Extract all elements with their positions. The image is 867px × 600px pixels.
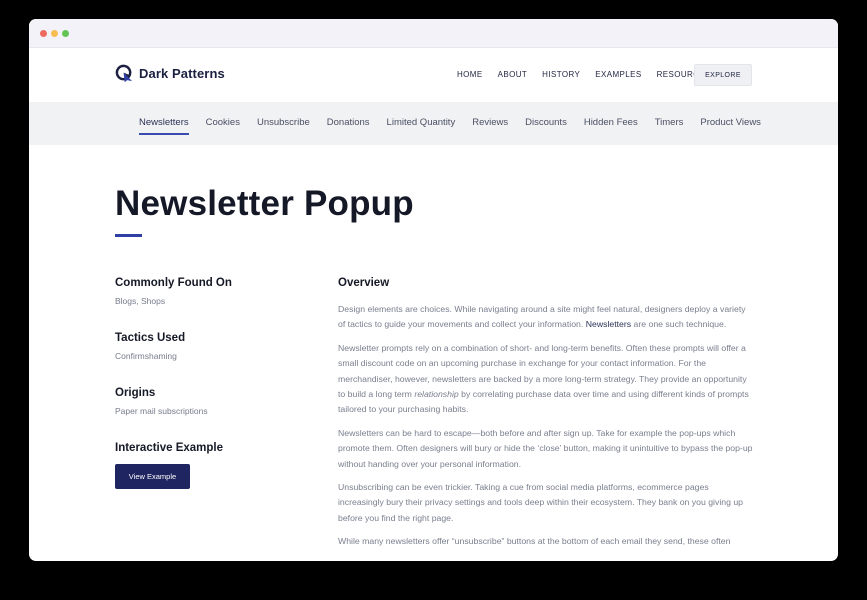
tab-donations[interactable]: Donations [327,117,370,129]
commonly-found-section: Commonly Found On Blogs, Shops [115,276,315,331]
minimize-window-dot[interactable] [51,30,58,37]
pattern-details-sidebar: Commonly Found On Blogs, Shops Tactics U… [115,276,315,496]
nav-history[interactable]: HISTORY [542,70,580,80]
browser-window: Dark Patterns HOME ABOUT HISTORY EXAMPLE… [29,19,838,561]
tab-discounts[interactable]: Discounts [525,117,567,129]
overview-paragraph: Newsletter prompts rely on a combination… [338,341,753,418]
tab-product-views[interactable]: Product Views [700,117,761,129]
logo-cursor-icon [115,64,133,83]
overview-paragraph: Newsletters can be hard to escape—both b… [338,427,753,469]
overview-paragraph: Unsubscribing can be even trickier. Taki… [338,482,743,523]
interactive-section: Interactive Example View Example [115,441,315,496]
origins-heading: Origins [115,387,156,399]
nav-home[interactable]: HOME [457,70,483,80]
tab-hidden-fees[interactable]: Hidden Fees [584,117,638,129]
maximize-window-dot[interactable] [62,30,69,37]
nav-about[interactable]: ABOUT [498,70,528,80]
tab-limited-quantity[interactable]: Limited Quantity [387,117,456,129]
tab-unsubscribe[interactable]: Unsubscribe [257,117,310,129]
site-header: Dark Patterns HOME ABOUT HISTORY EXAMPLE… [29,48,838,102]
origins-section: Origins Paper mail subscriptions [115,386,315,441]
tab-cookies[interactable]: Cookies [206,117,240,129]
overview-section: Overview Design elements are choices. Wh… [338,276,753,558]
logo-text: Dark Patterns [139,66,225,81]
tactics-section: Tactics Used Confirmshaming [115,331,315,386]
view-example-button[interactable]: View Example [115,464,190,489]
overview-heading: Overview [338,277,390,289]
tactics-value: Confirmshaming [115,351,177,361]
interactive-heading: Interactive Example [115,442,224,454]
tab-newsletters[interactable]: Newsletters [139,117,189,135]
main-nav: HOME ABOUT HISTORY EXAMPLES RESOURCES [457,70,726,80]
page-title: Newsletter Popup [115,184,414,223]
tab-timers[interactable]: Timers [655,117,684,129]
commonly-found-heading: Commonly Found On [115,277,232,289]
nav-examples[interactable]: EXAMPLES [595,70,641,80]
origins-value: Paper mail subscriptions [115,406,208,416]
tab-reviews[interactable]: Reviews [472,117,508,129]
tactics-heading: Tactics Used [115,332,186,344]
title-underline [115,234,142,237]
explore-button[interactable]: EXPLORE [694,64,752,86]
paragraph-text: are one such technique. [631,319,727,330]
overview-paragraph: Design elements are choices. While navig… [338,302,753,333]
window-titlebar [29,19,838,48]
close-window-dot[interactable] [40,30,47,37]
overview-paragraph: While many newsletters offer “unsubscrib… [338,536,731,547]
newsletters-link[interactable]: Newsletters [586,319,631,329]
category-nav: Newsletters Cookies Unsubscribe Donation… [29,102,838,145]
emphasis-text: relationship [414,389,459,400]
commonly-found-value: Blogs, Shops [115,296,166,306]
site-logo[interactable]: Dark Patterns [115,64,225,83]
